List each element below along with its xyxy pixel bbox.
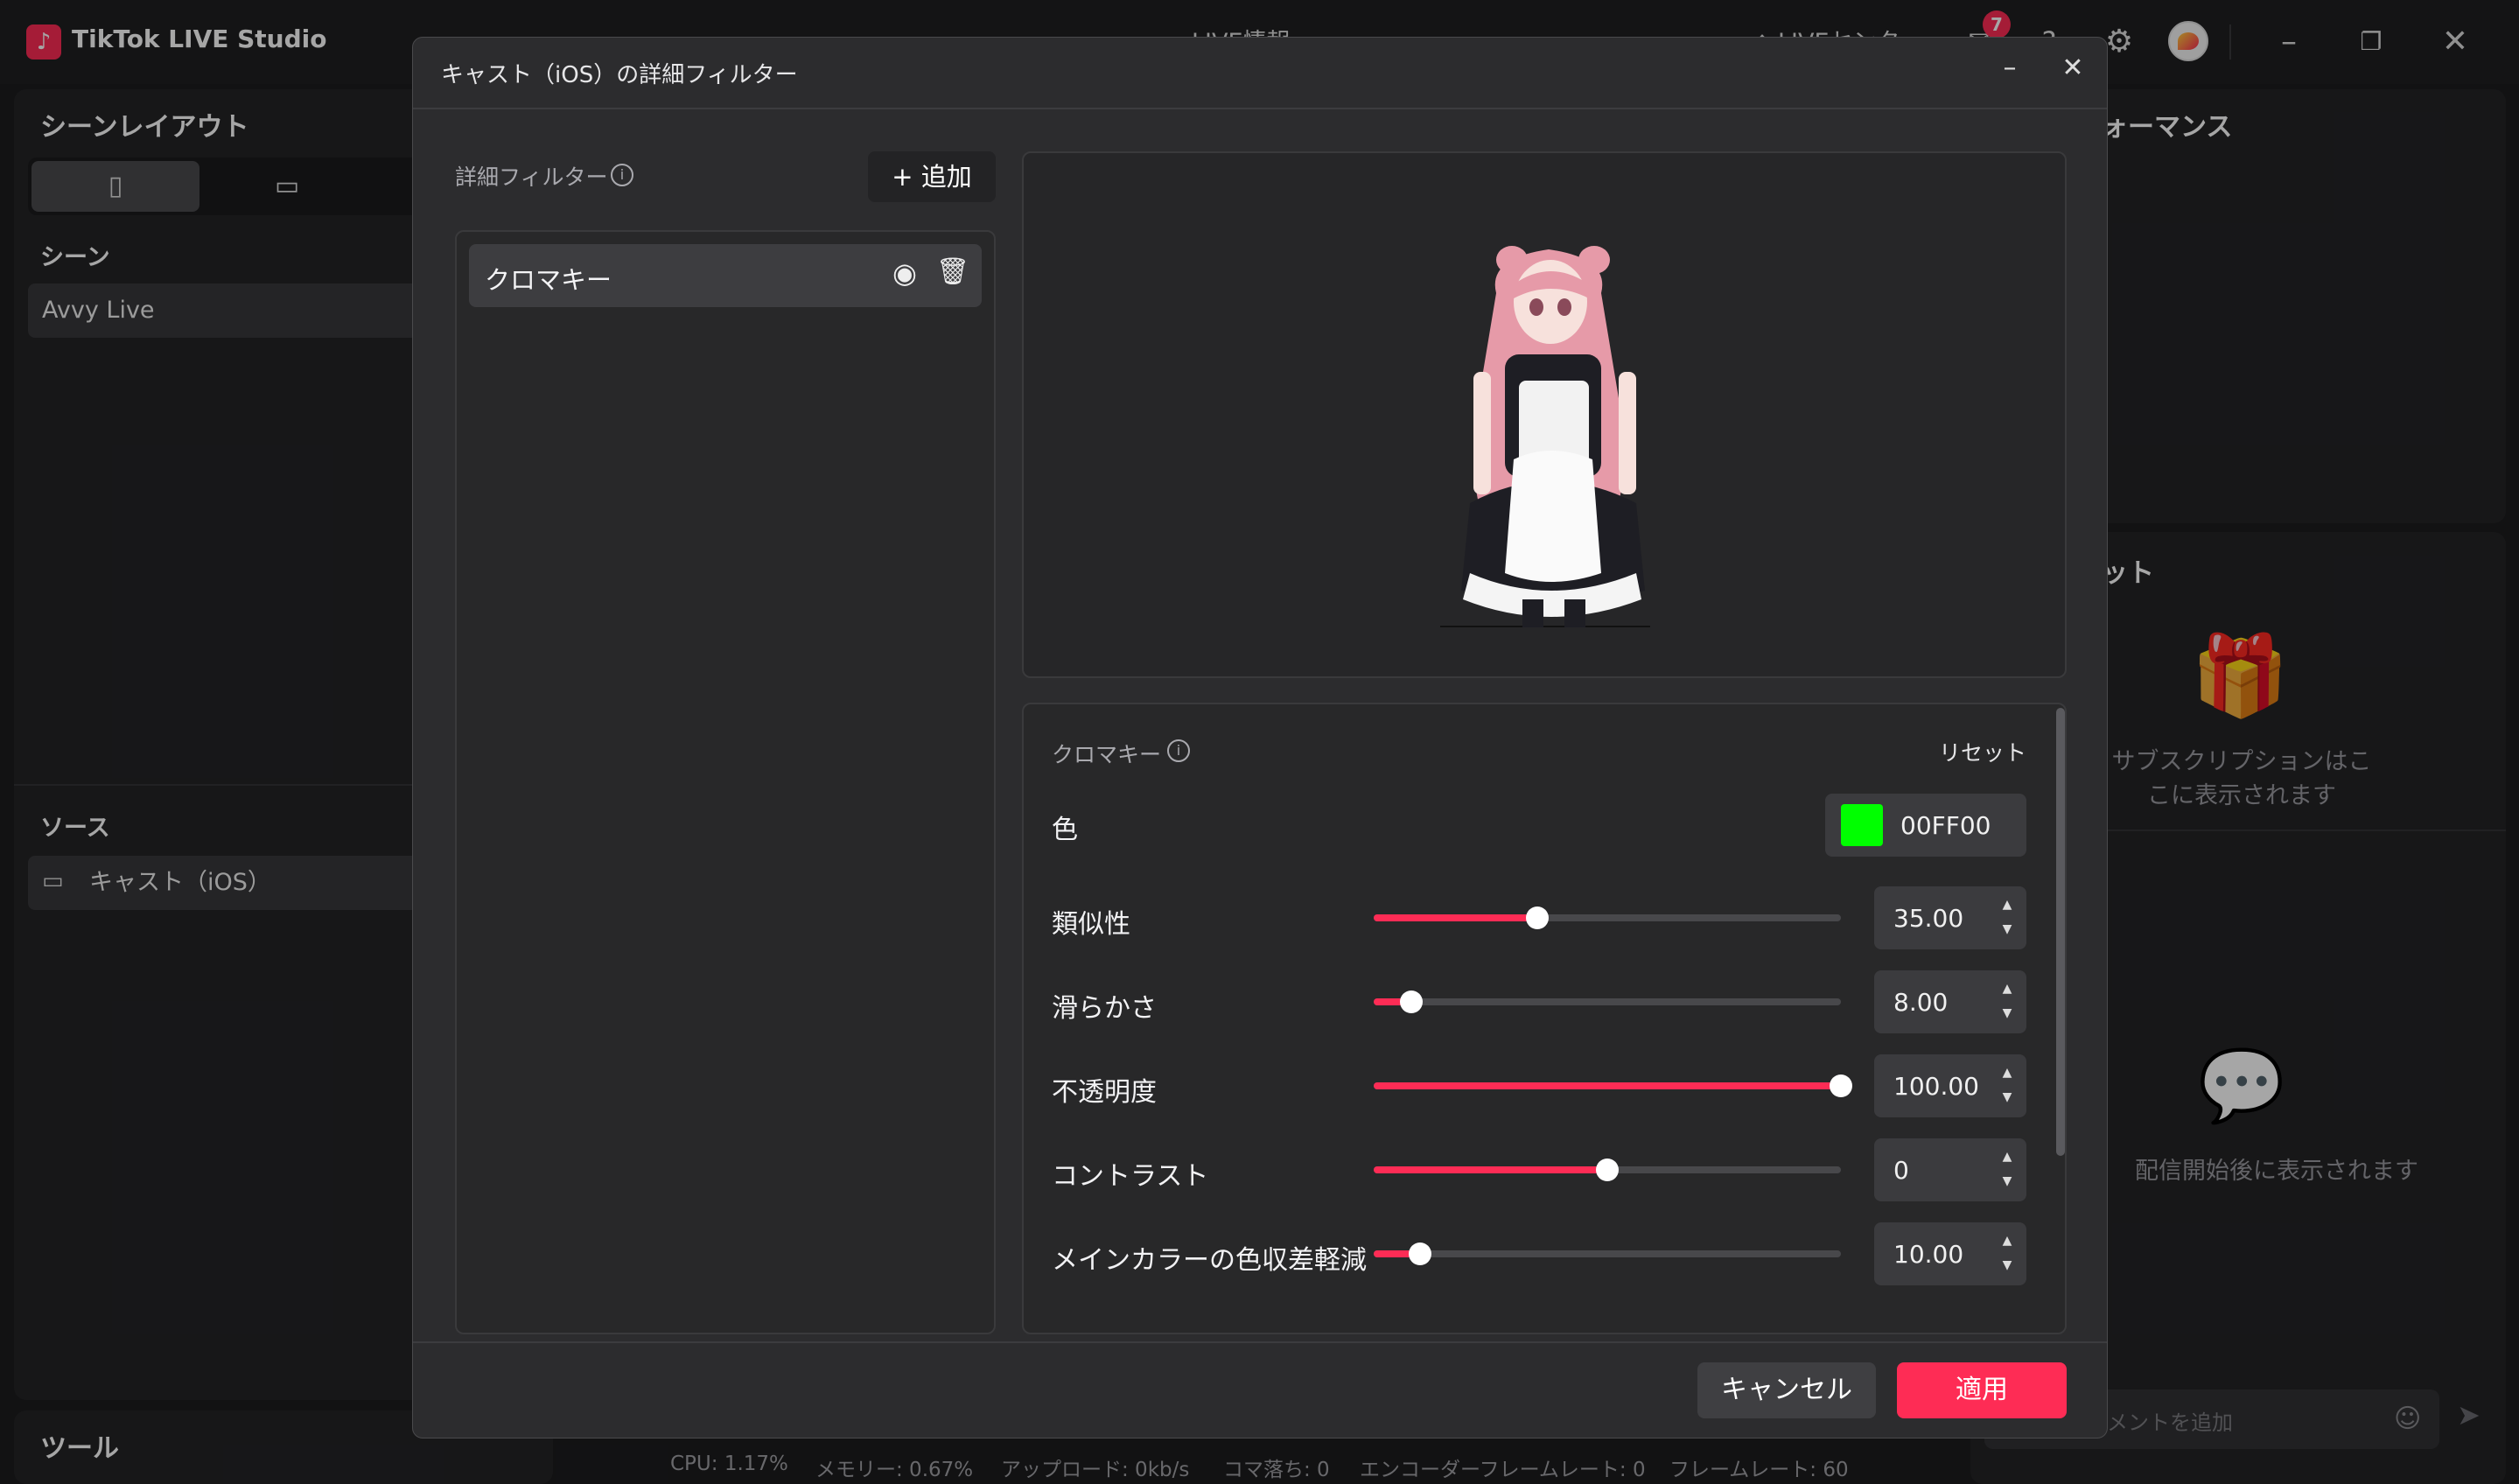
- slider-value: 10.00: [1893, 1240, 1964, 1269]
- slider-value: 35.00: [1893, 904, 1964, 933]
- scrollbar[interactable]: [2056, 708, 2065, 1156]
- increment-arrow-icon[interactable]: ▲: [1998, 1065, 2016, 1081]
- slider-value-input[interactable]: 35.00 ▲ ▼: [1874, 886, 2026, 949]
- slider-value: 0: [1893, 1156, 1909, 1185]
- slider-row: 不透明度 100.00 ▲ ▼: [1024, 1054, 2056, 1117]
- slider-row: コントラスト 0 ▲ ▼: [1024, 1138, 2056, 1201]
- slider-label: メインカラーの色収差軽減: [1052, 1245, 1367, 1276]
- filter-list: クロマキー ◉ 🗑: [455, 230, 996, 1334]
- slider-value: 8.00: [1893, 988, 1949, 1017]
- slider-knob[interactable]: [1526, 906, 1549, 929]
- dialog-title: キャスト（iOS）の詳細フィルター: [441, 62, 798, 88]
- minimize-icon[interactable]: –: [1988, 46, 2032, 90]
- decrement-arrow-icon[interactable]: ▼: [1998, 921, 2016, 937]
- increment-arrow-icon[interactable]: ▲: [1998, 897, 2016, 913]
- add-filter-label: 追加: [920, 162, 972, 192]
- decrement-arrow-icon[interactable]: ▼: [1998, 1089, 2016, 1105]
- color-picker[interactable]: 00FF00: [1825, 794, 2026, 857]
- slider-label: 不透明度: [1052, 1077, 1157, 1108]
- color-value: 00FF00: [1900, 811, 1991, 840]
- slider-row: 滑らかさ 8.00 ▲ ▼: [1024, 970, 2056, 1033]
- slider-knob[interactable]: [1400, 990, 1423, 1013]
- slider-fill: [1374, 914, 1537, 921]
- slider-knob[interactable]: [1596, 1158, 1619, 1181]
- slider-value-input[interactable]: 8.00 ▲ ▼: [1874, 970, 2026, 1033]
- eye-icon[interactable]: ◉: [892, 256, 917, 290]
- filter-dialog: キャスト（iOS）の詳細フィルター – ✕ 詳細フィルター i + 追加 クロマ…: [412, 37, 2108, 1438]
- divider: [413, 1341, 2107, 1343]
- plus-icon: +: [892, 162, 921, 192]
- slider-knob[interactable]: [1409, 1242, 1431, 1265]
- info-icon[interactable]: i: [1167, 739, 1190, 762]
- decrement-arrow-icon[interactable]: ▼: [1998, 1173, 2016, 1189]
- trash-icon[interactable]: 🗑: [936, 256, 969, 287]
- filters-label: 詳細フィルター: [455, 164, 608, 190]
- slider-row: メインカラーの色収差軽減 10.00 ▲ ▼: [1024, 1222, 2056, 1285]
- cancel-button[interactable]: キャンセル: [1697, 1362, 1876, 1418]
- slider-value-input[interactable]: 100.00 ▲ ▼: [1874, 1054, 2026, 1117]
- close-icon[interactable]: ✕: [2051, 46, 2095, 90]
- decrement-arrow-icon[interactable]: ▼: [1998, 1257, 2016, 1273]
- color-label: 色: [1052, 815, 1078, 845]
- info-icon[interactable]: i: [611, 164, 633, 186]
- slider-value-input[interactable]: 0 ▲ ▼: [1874, 1138, 2026, 1201]
- color-swatch: [1841, 804, 1883, 846]
- slider-value-input[interactable]: 10.00 ▲ ▼: [1874, 1222, 2026, 1285]
- increment-arrow-icon[interactable]: ▲: [1998, 1233, 2016, 1249]
- preview-area: [1022, 151, 2067, 678]
- slider-label: コントラスト: [1052, 1161, 1209, 1192]
- slider-fill: [1374, 1166, 1607, 1173]
- increment-arrow-icon[interactable]: ▲: [1998, 981, 2016, 997]
- slider-track[interactable]: [1374, 1250, 1841, 1257]
- avatar-preview-image: [1440, 246, 1650, 627]
- apply-button[interactable]: 適用: [1897, 1362, 2067, 1418]
- chroma-key-settings: クロマキー i リセット 色 00FF00 類似性 35.00 ▲ ▼ 滑らかさ 8.00…: [1022, 703, 2067, 1334]
- slider-label: 類似性: [1052, 909, 1130, 940]
- increment-arrow-icon[interactable]: ▲: [1998, 1149, 2016, 1165]
- filter-item-chroma-key[interactable]: クロマキー ◉ 🗑: [469, 244, 982, 307]
- slider-value: 100.00: [1893, 1072, 1979, 1101]
- reset-button[interactable]: リセット: [1939, 736, 2026, 767]
- slider-label: 滑らかさ: [1052, 993, 1157, 1024]
- slider-row: 類似性 35.00 ▲ ▼: [1024, 886, 2056, 949]
- divider: [413, 108, 2107, 109]
- settings-title: クロマキー: [1052, 742, 1162, 767]
- decrement-arrow-icon[interactable]: ▼: [1998, 1005, 2016, 1021]
- add-filter-button[interactable]: + 追加: [868, 151, 996, 202]
- slider-fill: [1374, 1082, 1841, 1089]
- slider-track[interactable]: [1374, 998, 1841, 1005]
- filter-item-label: クロマキー: [485, 265, 612, 295]
- slider-knob[interactable]: [1830, 1074, 1852, 1097]
